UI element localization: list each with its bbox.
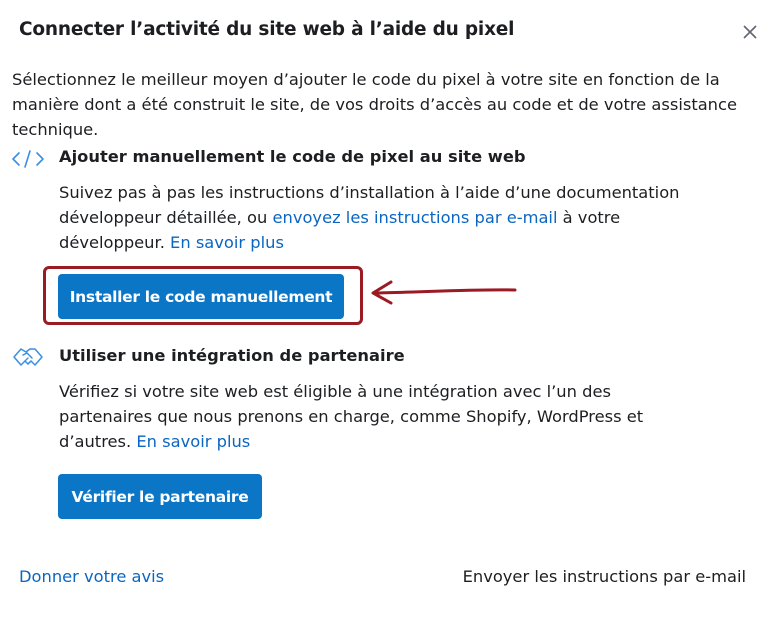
- manual-section-title: Ajouter manuellement le code de pixel au…: [59, 147, 526, 166]
- close-button[interactable]: [738, 20, 762, 44]
- install-code-manually-button[interactable]: Installer le code manuellement: [58, 274, 344, 319]
- verify-partner-button[interactable]: Vérifier le partenaire: [58, 474, 262, 519]
- close-icon: [743, 25, 757, 39]
- partner-section-description: Vérifiez si votre site web est éligible …: [59, 379, 699, 454]
- partner-section-title: Utiliser une intégration de partenaire: [59, 346, 405, 365]
- dialog-intro: Sélectionnez le meilleur moyen d’ajouter…: [12, 70, 737, 139]
- email-instructions-link[interactable]: envoyez les instructions par e-mail: [273, 208, 558, 227]
- send-email-instructions-button[interactable]: Envoyer les instructions par e-mail: [463, 567, 746, 586]
- annotation-arrow-icon: [371, 280, 517, 305]
- learn-more-link-manual[interactable]: En savoir plus: [170, 233, 284, 252]
- handshake-icon: [13, 348, 43, 366]
- feedback-link[interactable]: Donner votre avis: [19, 567, 164, 586]
- code-icon: [12, 150, 44, 168]
- manual-section-description: Suivez pas à pas les instructions d’inst…: [59, 180, 699, 255]
- learn-more-link-partner[interactable]: En savoir plus: [136, 432, 250, 451]
- dialog-title: Connecter l’activité du site web à l’aid…: [19, 19, 515, 40]
